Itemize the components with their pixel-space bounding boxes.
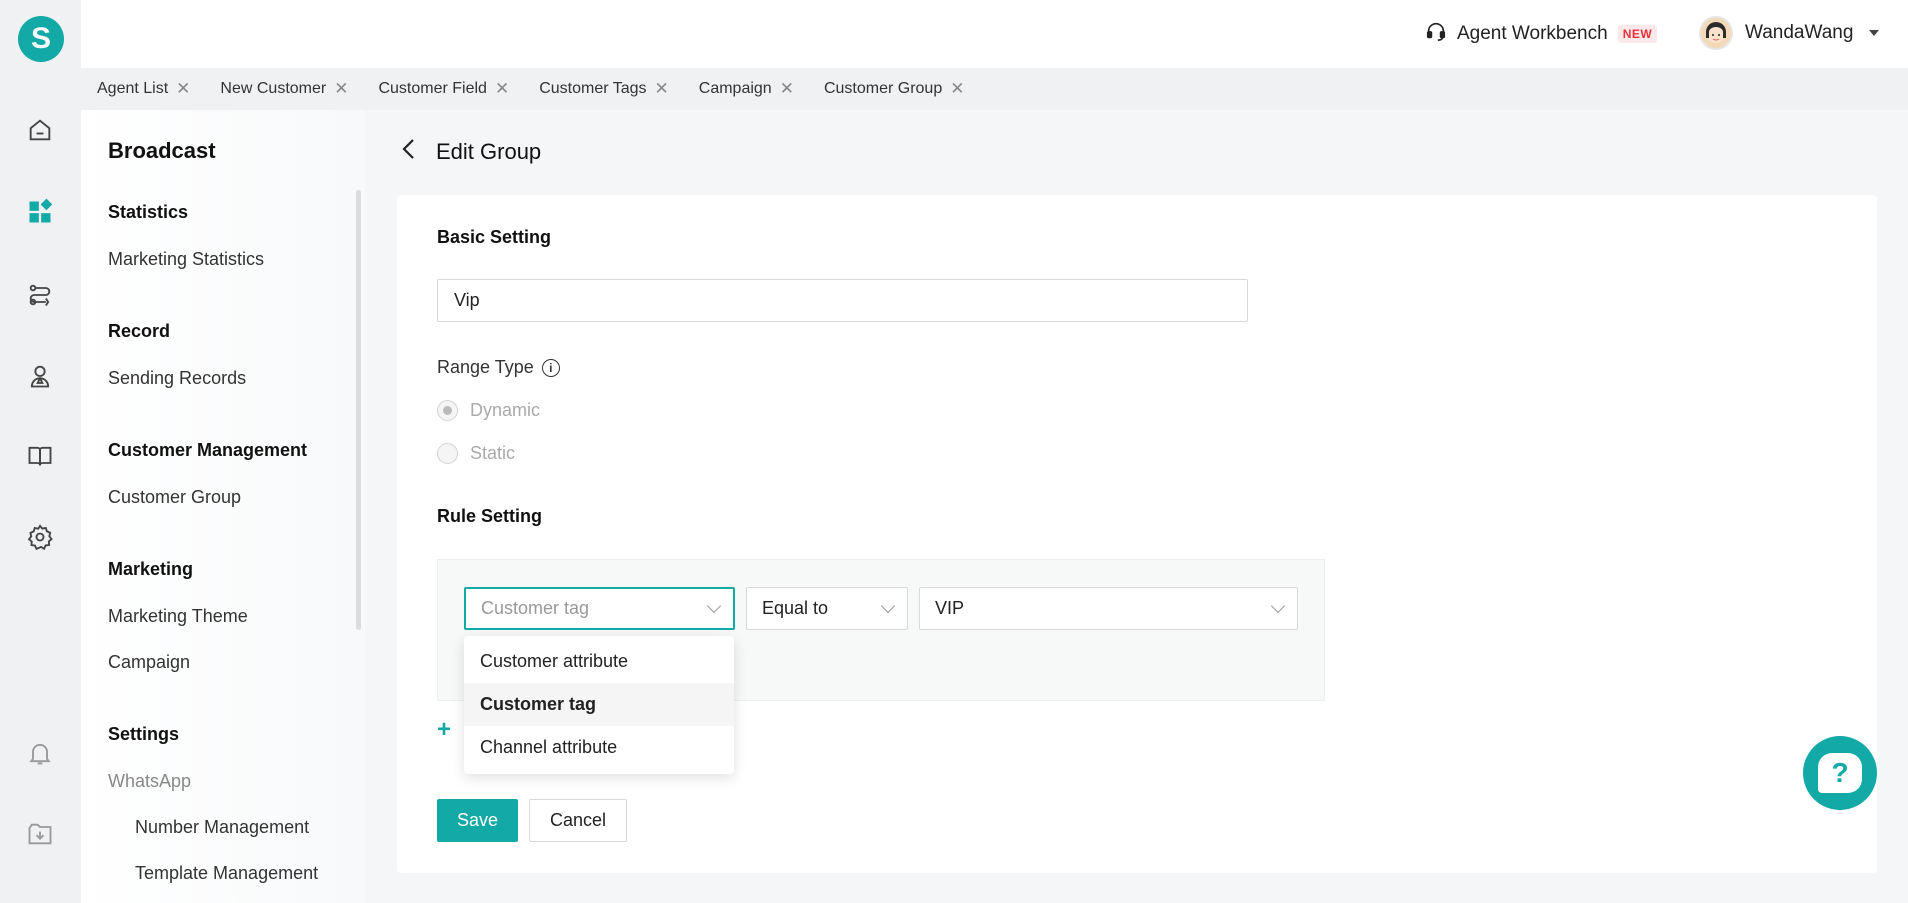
radio-dot [437,400,458,421]
gear-icon[interactable] [24,521,56,553]
close-icon[interactable]: ✕ [495,79,509,99]
rule-value-select[interactable]: VIP [919,587,1298,630]
sidebar-item-sending-records[interactable]: Sending Records [108,368,246,389]
close-icon[interactable]: ✕ [780,79,794,99]
dropdown-option-customer-attribute[interactable]: Customer attribute [464,640,734,683]
rule-setting-heading: Rule Setting [437,506,543,526]
help-button[interactable]: ? [1803,736,1877,810]
dropdown-option-customer-tag[interactable]: Customer tag [464,683,734,726]
page-title-row: Edit Group [400,138,541,166]
tab-campaign[interactable]: Campaign ✕ [699,79,794,99]
section-customer-management: Customer Management [108,440,308,460]
sidebar-item-template-management[interactable]: Template Management [135,863,318,884]
question-icon: ? [1818,753,1862,793]
contacts-icon[interactable] [24,360,56,392]
broadcast-sidebar: Broadcast Statistics Marketing Statistic… [81,110,365,903]
tab-agent-list[interactable]: Agent List ✕ [97,79,190,99]
section-statistics: Statistics [108,202,189,222]
page-title: Edit Group [436,139,542,164]
range-type-label: Range Type i [437,357,560,378]
group-name-input[interactable]: Vip [437,279,1248,322]
chevron-down-icon [706,598,722,614]
sidebar-item-number-management[interactable]: Number Management [135,817,309,838]
chevron-down-icon [1270,598,1286,614]
close-icon[interactable]: ✕ [655,79,669,99]
sidebar-item-campaign[interactable]: Campaign [108,652,190,673]
add-rule-icon[interactable]: + [437,716,451,744]
field-dropdown-menu: Customer attribute Customer tag Channel … [464,636,734,774]
radio-dot [437,443,458,464]
avatar [1699,16,1733,50]
headset-icon [1425,20,1447,48]
back-arrow-icon[interactable] [400,138,418,166]
sidebar-item-marketing-theme[interactable]: Marketing Theme [108,606,248,627]
route-icon[interactable] [24,279,56,311]
close-icon[interactable]: ✕ [334,79,348,99]
tab-customer-tags[interactable]: Customer Tags ✕ [539,79,669,99]
sidebar-title: Broadcast [108,138,216,163]
info-icon[interactable]: i [541,358,560,377]
agent-workbench-link[interactable]: Agent Workbench NEW [1425,20,1658,48]
rule-field-select[interactable]: Customer tag [464,587,735,630]
close-icon[interactable]: ✕ [950,79,964,99]
agent-workbench-label: Agent Workbench [1457,23,1608,44]
sidebar-item-customer-group[interactable]: Customer Group [108,487,241,508]
tab-customer-field[interactable]: Customer Field ✕ [378,79,509,99]
sidebar-item-marketing-statistics[interactable]: Marketing Statistics [108,249,264,270]
cancel-button[interactable]: Cancel [529,799,627,842]
download-icon[interactable] [24,818,56,850]
section-record: Record [108,321,171,341]
home-icon[interactable] [24,114,56,146]
apps-icon[interactable] [24,196,56,228]
app-logo[interactable]: S [18,16,64,62]
sidebar-scrollbar[interactable] [356,190,361,630]
page-tabs: Agent List ✕ New Customer ✕ Customer Field… [81,68,1908,110]
close-icon[interactable]: ✕ [176,79,190,99]
radio-dynamic[interactable]: Dynamic [437,400,540,421]
left-rail: S [0,0,81,903]
basic-setting-heading: Basic Setting [437,227,552,247]
rule-operator-select[interactable]: Equal to [746,587,908,630]
book-icon[interactable] [24,440,56,472]
section-marketing: Marketing [108,559,194,579]
save-button[interactable]: Save [437,799,518,842]
section-settings: Settings [108,724,180,744]
bell-icon[interactable] [24,737,56,769]
group-name-value: Vip [454,290,480,310]
tab-new-customer[interactable]: New Customer ✕ [220,79,348,99]
dropdown-option-channel-attribute[interactable]: Channel attribute [464,726,734,769]
user-menu[interactable]: WandaWang [1699,16,1880,50]
user-name: WandaWang [1745,22,1854,43]
new-badge: NEW [1617,25,1658,43]
chevron-down-icon [880,598,896,614]
caret-down-icon [1869,30,1880,36]
tab-customer-group[interactable]: Customer Group ✕ [824,79,965,99]
radio-static[interactable]: Static [437,443,515,464]
sidebar-item-whatsapp[interactable]: WhatsApp [108,771,191,792]
top-header: Agent Workbench NEW WandaWang [81,0,1908,68]
